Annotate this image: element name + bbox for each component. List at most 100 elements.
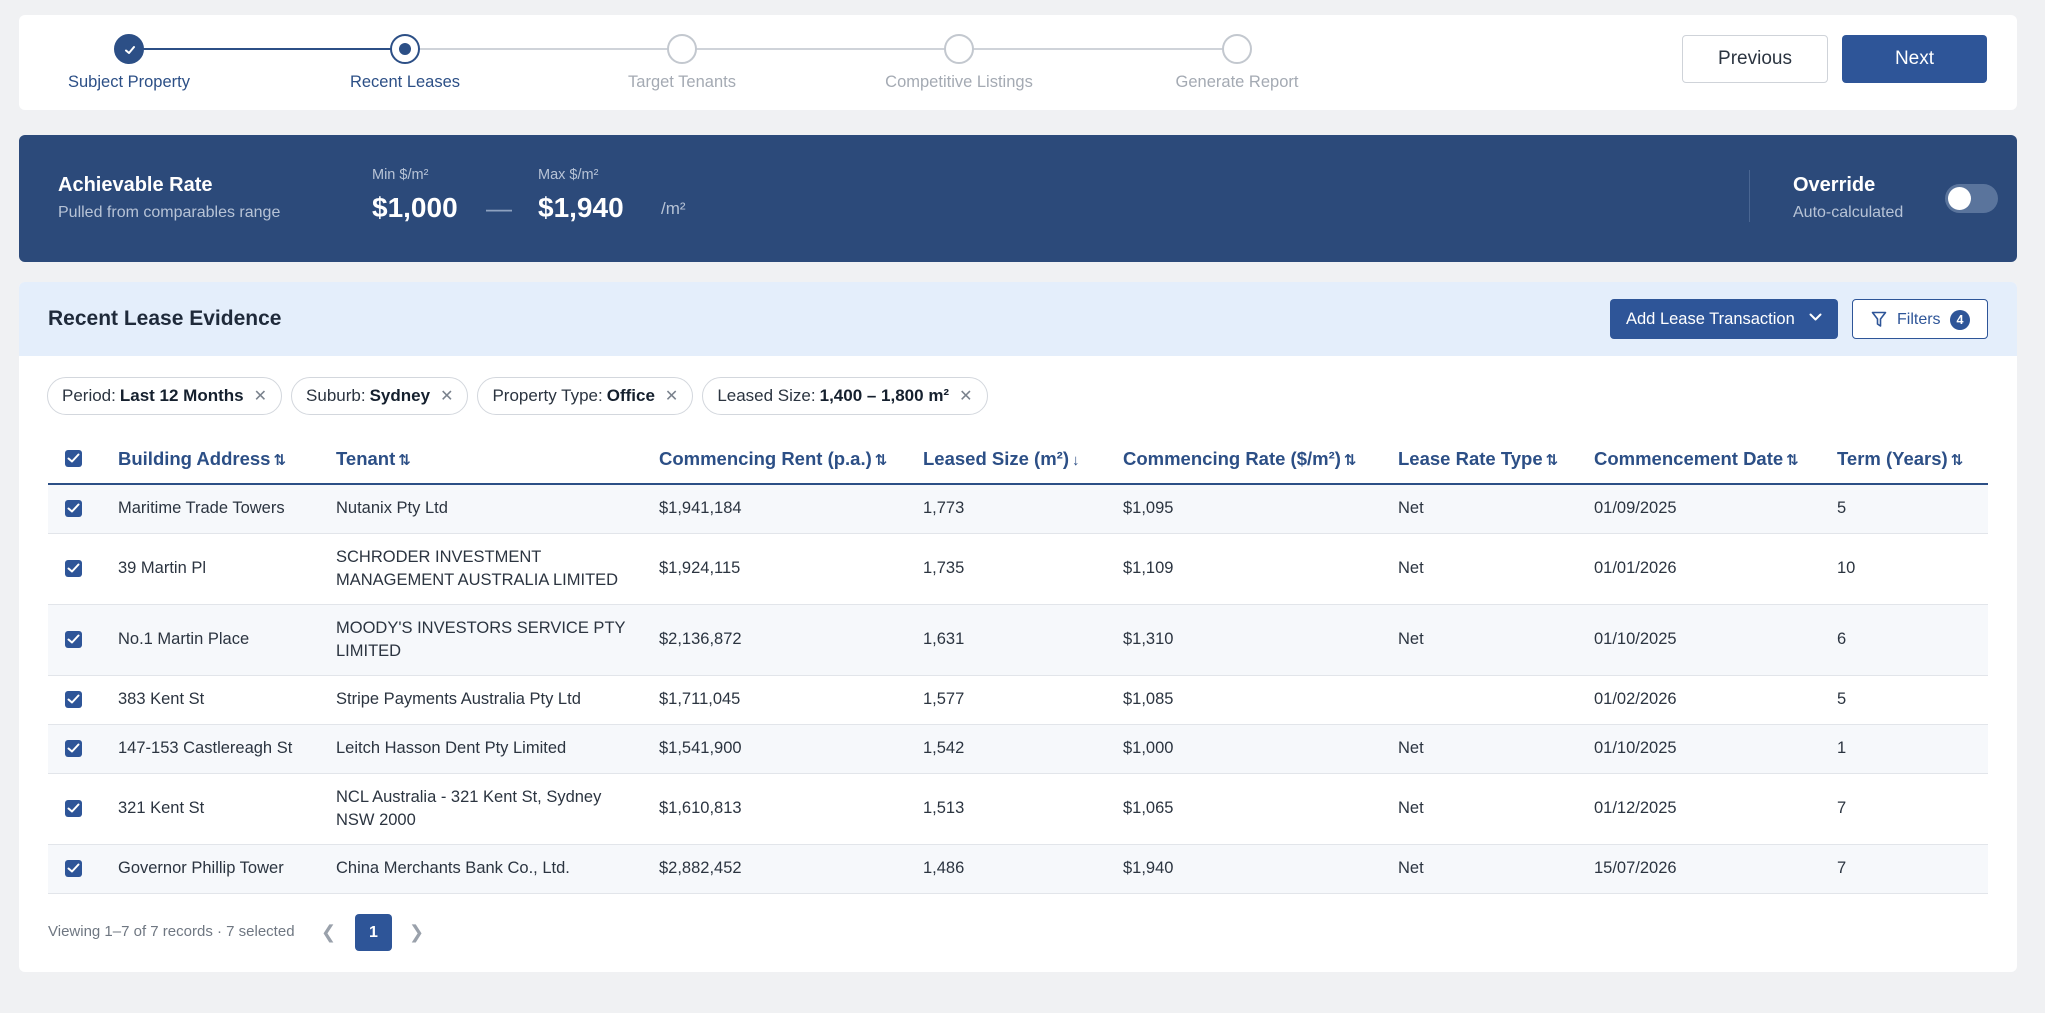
column-commencing-rate[interactable]: Commencing Rate ($/m²) ⇅ [1123,434,1398,484]
table-row[interactable]: 383 Kent St Stripe Payments Australia Pty… [48,675,1988,724]
column-commencement-date[interactable]: Commencement Date ⇅ [1594,434,1837,484]
step-label: Recent Leases [349,73,461,91]
cell-term: 5 [1837,690,1847,708]
close-icon[interactable]: ✕ [959,386,972,406]
filter-chip-period[interactable]: Period: Last 12 Months ✕ [47,377,283,415]
row-checkbox[interactable] [65,691,82,708]
table-row[interactable]: 39 Martin Pl SCHRODER INVESTMENT MANAGEME… [48,533,1988,604]
add-lease-label: Add Lease Transaction [1626,309,1795,328]
cell-address: Maritime Trade Towers [118,499,285,518]
cell-date: 01/02/2026 [1594,690,1677,708]
select-all-checkbox[interactable] [65,450,82,467]
cell-rent: $1,711,045 [659,690,741,708]
cell-rate: $1,065 [1123,799,1174,817]
chevron-left-icon[interactable]: ❮ [321,922,336,943]
step-subject-property[interactable]: Subject Property [0,34,259,92]
row-checkbox[interactable] [65,740,82,757]
chevron-right-icon[interactable]: ❯ [409,922,424,943]
sort-icon[interactable]: ⇅ [875,452,888,469]
column-building-address[interactable]: Building Address ⇅ [118,434,336,484]
cell-date: 15/07/2026 [1594,859,1677,877]
filters-label: Filters [1897,311,1941,328]
cell-address: Governor Phillip Tower [118,859,284,877]
step-recent-leases[interactable]: Recent Leases [275,34,535,92]
step-generate-report[interactable]: Generate Report [1107,34,1367,92]
sort-icon[interactable]: ⇅ [1344,452,1357,469]
chip-value: 1,400 – 1,800 m² [819,386,950,405]
rate-title: Achievable Rate [58,174,213,196]
chip-value: Last 12 Months [119,386,244,405]
check-icon [114,34,144,64]
next-button[interactable]: Next [1842,35,1987,83]
step-competitive-listings[interactable]: Competitive Listings [829,34,1089,92]
table-row[interactable]: 147-153 Castlereagh St Leitch Hasson Dent… [48,724,1988,773]
previous-button[interactable]: Previous [1682,35,1828,83]
table-row[interactable]: No.1 Martin Place MOODY'S INVESTORS SERVI… [48,604,1988,675]
cell-rent: $1,610,813 [659,799,742,817]
funnel-icon [1871,311,1887,327]
cell-rate: $1,109 [1123,559,1174,577]
cell-size: 1,735 [923,559,965,577]
table-row[interactable]: Maritime Trade Towers Nutanix Pty Ltd $1,9… [48,484,1988,533]
row-checkbox[interactable] [65,560,82,577]
filter-chip-suburb[interactable]: Suburb: Sydney ✕ [291,377,469,415]
cell-address: No.1 Martin Place [118,630,250,648]
column-commencing-rent[interactable]: Commencing Rent (p.a.) ⇅ [659,434,923,484]
chevron-down-icon [1809,313,1822,321]
toggle-knob [1948,187,1971,210]
column-term[interactable]: Term (Years) ⇅ [1837,434,1988,484]
cell-rate: $1,095 [1123,499,1174,518]
close-icon[interactable]: ✕ [440,386,453,406]
row-checkbox[interactable] [65,631,82,648]
page-1-button[interactable]: 1 [355,914,392,951]
achievable-rate-banner: Achievable Rate Pulled from comparables … [19,135,2017,262]
pending-step-icon [944,34,974,64]
step-label: Competitive Listings [885,73,1033,91]
cell-rate: $1,310 [1123,630,1174,648]
cell-date: 01/12/2025 [1594,799,1677,817]
row-checkbox[interactable] [65,860,82,877]
sort-icon[interactable]: ⇅ [1951,452,1964,469]
cell-tenant: Stripe Payments Australia Pty Ltd [336,690,581,708]
chip-key: Suburb: [306,386,366,405]
column-leased-size[interactable]: Leased Size (m²) ↓ [923,434,1123,484]
cell-term: 7 [1837,859,1847,877]
cell-size: 1,631 [923,630,965,648]
row-checkbox[interactable] [65,500,82,518]
step-target-tenants[interactable]: Target Tenants [552,34,812,92]
column-lease-rate-type[interactable]: Lease Rate Type ⇅ [1398,434,1594,484]
stepper-card: Subject Property Recent Leases Target Te… [19,15,2017,110]
add-lease-transaction-button[interactable]: Add Lease Transaction [1610,299,1838,339]
close-icon[interactable]: ✕ [254,386,267,406]
cell-rent: $2,136,872 [659,630,742,648]
sort-icon[interactable]: ⇅ [1786,452,1799,469]
cell-type: Net [1398,799,1424,817]
cell-term: 10 [1837,559,1856,577]
sort-desc-icon[interactable]: ↓ [1072,452,1080,469]
table-header-row: Building Address ⇅ Tenant ⇅ Commencing Ren… [48,434,1988,484]
sort-icon[interactable]: ⇅ [398,452,411,469]
cell-address: 383 Kent St [118,690,205,708]
cell-rent: $1,541,900 [659,739,742,757]
filters-button[interactable]: Filters 4 [1852,299,1988,339]
filter-chip-property-type[interactable]: Property Type: Office ✕ [477,377,694,415]
max-rate-label: Max $/m² [538,167,599,183]
sort-icon[interactable]: ⇅ [273,452,286,469]
cell-size: 1,486 [923,859,965,877]
filter-chip-leased-size[interactable]: Leased Size: 1,400 – 1,800 m² ✕ [702,377,988,415]
cell-tenant: Leitch Hasson Dent Pty Limited [336,739,567,757]
override-toggle[interactable] [1945,184,1998,213]
sort-icon[interactable]: ⇅ [1546,452,1559,469]
cell-rate: $1,940 [1123,859,1174,877]
pending-step-icon [667,34,697,64]
cell-type: Net [1398,630,1424,648]
table-row[interactable]: Governor Phillip Tower China Merchants Ba… [48,844,1988,893]
row-checkbox[interactable] [65,800,82,817]
table-row[interactable]: 321 Kent St NCL Australia - 321 Kent St, … [48,773,1988,844]
cell-address: 321 Kent St [118,799,205,817]
close-icon[interactable]: ✕ [665,386,678,406]
cell-rent: $1,924,115 [659,559,741,577]
cell-date: 01/10/2025 [1594,739,1677,757]
filters-count-badge: 4 [1950,310,1970,330]
column-tenant[interactable]: Tenant ⇅ [336,434,659,484]
